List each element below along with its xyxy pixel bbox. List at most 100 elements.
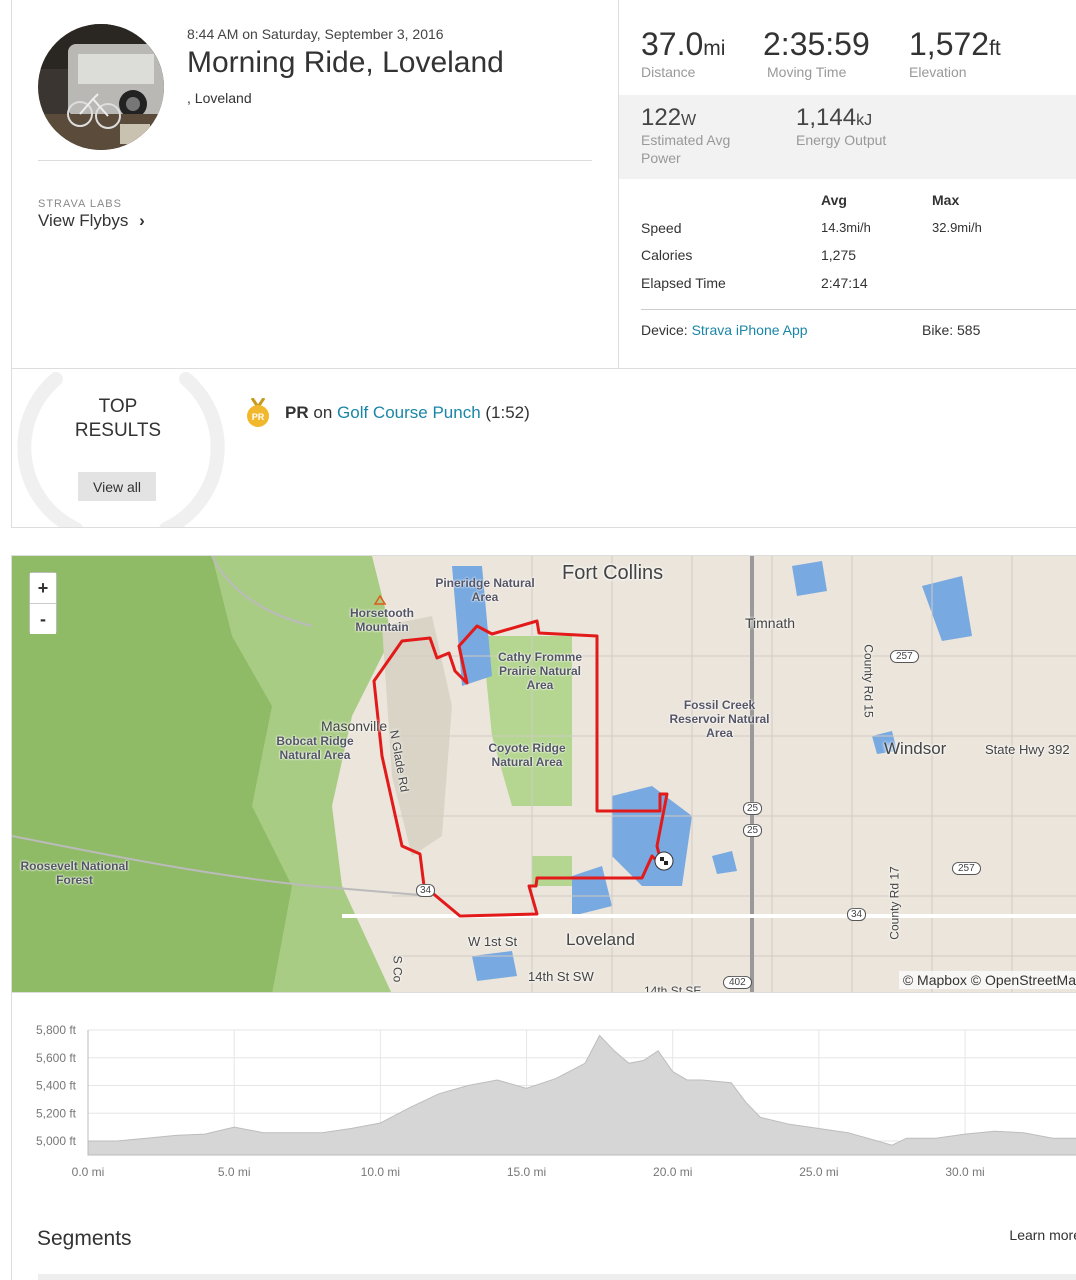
map-label-w1st: W 1st St [468,934,518,949]
map-label-coyote: Coyote Ridge Natural Area [488,741,566,769]
y-tick-label: 5,200 ft [36,1106,77,1120]
pr-medal-text: PR [252,412,265,422]
zoom-out-button[interactable]: - [30,604,56,634]
x-tick-label: 25.0 mi [799,1165,838,1179]
map-label-bobcat: Bobcat Ridge Natural Area [276,734,354,762]
top-results-line2: RESULTS [74,420,162,441]
learn-more-link[interactable]: Learn more [1009,1227,1076,1243]
map-label-14th-se: 14th St SE [644,984,702,993]
pr-on: on [313,403,333,422]
activity-title: Morning Ride, Loveland [187,46,504,79]
route-shield-257: 257 [890,650,919,663]
zoom-in-button[interactable]: + [30,573,56,603]
power-unit: W [681,112,697,129]
map-label-14th-sw: 14th St SW [528,969,594,984]
map-label-windsor: Windsor [884,739,947,758]
us-shield-34: 34 [416,884,436,897]
chevron-right-icon: › [139,211,145,230]
interstate-shield-25: 25 [743,802,763,815]
segments-title: Segments [37,1227,132,1250]
map-label-horsetooth: Horsetooth Mountain [350,606,414,634]
x-tick-label: 15.0 mi [507,1165,546,1179]
power-label-line1: Estimated Avg [641,132,731,148]
power-label: Estimated Avg Power [641,131,730,167]
energy-label: Energy Output [796,132,887,148]
bike-info: Bike: 585 [922,322,980,338]
x-tick-label: 30.0 mi [945,1165,984,1179]
x-tick-label: 20.0 mi [653,1165,692,1179]
row-avg: 2:47:14 [821,275,868,291]
map-label-fossil: Fossil Creek Reservoir Natural Area [669,698,770,740]
elevation-chart-svg: 5,800 ft 5,600 ft 5,400 ft 5,200 ft 5,000 ft… [36,1023,1076,1179]
x-tick-label: 0.0 mi [72,1165,105,1179]
pr-time: (1:52) [485,403,530,422]
map-label-timnath: Timnath [745,615,796,631]
divider [641,309,1076,310]
activity-location: , Loveland [187,90,252,106]
power-number: 122 [641,104,682,131]
distance-label: Distance [641,64,696,80]
x-tick-label: 5.0 mi [218,1165,251,1179]
energy-number: 1,144 [796,104,857,131]
energy-unit: kJ [856,112,873,129]
top-results-line1: TOP [98,396,138,417]
col-avg-header: Avg [821,192,847,208]
row-max: 32.9mi/h [932,220,982,235]
elevation-unit: ft [989,37,1001,60]
y-tick-label: 5,000 ft [36,1134,77,1148]
moving-time-label: Moving Time [767,64,847,80]
map-label-pineridge: Pineridge Natural Area [435,576,535,604]
distance-number: 37.0 [641,26,704,62]
view-all-button[interactable]: View all [78,472,156,501]
strava-labs-label: STRAVA LABS [38,198,122,210]
segments-table-header [38,1274,1076,1280]
power-label-line2: Power [641,150,681,166]
device-link[interactable]: Strava iPhone App [692,322,808,338]
row-label: Calories [641,247,693,263]
col-max-header: Max [932,192,960,208]
map-label-hwy392: State Hwy 392 [985,742,1070,757]
activity-photo[interactable] [38,24,164,150]
map-attribution[interactable]: © Mapbox © OpenStreetMa [898,971,1076,989]
pr-medal-icon: PR [247,397,269,428]
view-flybys-label: View Flybys [38,211,129,230]
elevation-area [87,1034,1076,1156]
row-avg: 14.3mi/h [821,220,871,235]
moving-time-value: 2:35:59 [763,26,870,62]
energy-value: 1,144kJ [796,104,872,132]
segments-section: Segments Learn more [11,1203,1076,1280]
map-label-county15: County Rd 15 [861,644,876,718]
y-tick-label: 5,800 ft [36,1023,77,1037]
zoom-controls: + - [29,572,57,634]
map-label-cathy: Cathy Fromme Prairie Natural Area [497,650,583,692]
stats-panel: 37.0mi Distance 2:35:59 Moving Time 1,57… [619,0,1076,368]
x-tick-label: 10.0 mi [361,1165,400,1179]
route-shield-257: 257 [952,862,981,875]
interstate-shield-25: 25 [743,824,763,837]
elevation-value: 1,572ft [909,26,1001,63]
top-results-title: TOP RESULTS [68,395,168,443]
map-label-masonville: Masonville [321,718,388,734]
row-avg: 1,275 [821,247,857,263]
pr-segment-link[interactable]: Golf Course Punch [337,403,481,423]
y-tick-label: 5,600 ft [36,1051,77,1065]
row-label: Speed [641,220,682,236]
bike-value: 585 [957,322,981,338]
bike-label: Bike: [922,322,954,338]
row-label: Elapsed Time [641,275,726,291]
distance-value: 37.0mi [641,26,725,63]
map-label-fort-collins: Fort Collins [562,562,664,584]
view-flybys-link[interactable]: View Flybys › [38,211,145,231]
divider [38,160,592,161]
elevation-number: 1,572 [909,26,990,62]
elevation-chart[interactable]: 5,800 ft 5,600 ft 5,400 ft 5,200 ft 5,000 ft… [11,993,1076,1203]
device-label: Device: [641,322,688,338]
map-label-county17: County Rd 17 [887,866,902,940]
activity-card: 8:44 AM on Saturday, September 3, 2016 M… [11,0,1076,528]
route-map[interactable]: + - Fort Collins Pineridge Natural Area … [11,555,1076,993]
y-tick-label: 5,400 ft [36,1079,77,1093]
activity-datetime: 8:44 AM on Saturday, September 3, 2016 [187,26,444,42]
power-value: 122W [641,104,696,132]
device-info: Device: Strava iPhone App [641,322,808,338]
distance-unit: mi [703,37,726,60]
